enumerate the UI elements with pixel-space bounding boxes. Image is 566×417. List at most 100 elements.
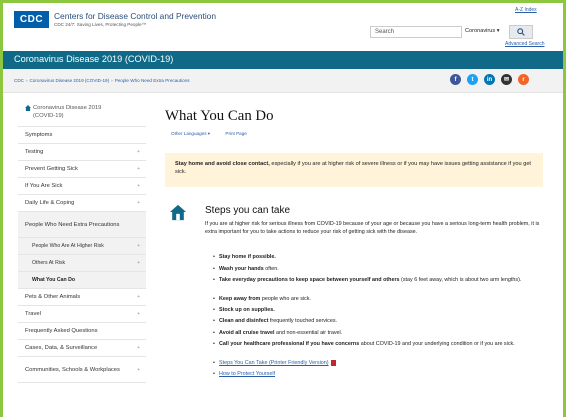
sidebar-item-people-who-are-at-higher-risk[interactable]: People Who Are At Higher Risk + bbox=[18, 238, 146, 255]
breadcrumb-item[interactable]: People Who Need Extra Precautions bbox=[115, 78, 190, 83]
search-button[interactable] bbox=[509, 25, 533, 39]
email-icon[interactable]: ✉ bbox=[501, 74, 512, 85]
list-item-text: frequently touched services. bbox=[268, 318, 338, 324]
expand-icon[interactable]: + bbox=[137, 200, 140, 206]
sidebar-item-communities-schools-workplaces[interactable]: Communities, Schools & Workplaces + bbox=[18, 357, 146, 383]
search-scope-select[interactable]: Coronavirus ▾ bbox=[465, 26, 507, 38]
list-item: Keep away from people who are sick. bbox=[213, 295, 543, 303]
rss-icon[interactable]: r bbox=[518, 74, 529, 85]
az-index-link[interactable]: A-Z Index bbox=[515, 7, 537, 13]
steps-heading: Steps you can take bbox=[205, 205, 291, 216]
how-to-protect-link[interactable]: How to Protect Yourself bbox=[219, 371, 275, 377]
rss-icon-glyph: r bbox=[522, 76, 525, 83]
expand-icon[interactable]: + bbox=[137, 183, 140, 189]
expand-icon[interactable]: + bbox=[137, 367, 140, 373]
sidebar-item-what-you-can-do[interactable]: What You Can Do bbox=[18, 272, 146, 289]
sidebar-item-label: Travel bbox=[25, 311, 41, 317]
sidebar-item-symptoms[interactable]: Symptoms bbox=[18, 127, 146, 144]
search-input[interactable]: Search bbox=[370, 26, 462, 38]
sidebar-item-frequently-asked-questions[interactable]: Frequently Asked Questions bbox=[18, 323, 146, 340]
social-share-icons: f t in ✉ r bbox=[450, 74, 529, 85]
breadcrumb: CDC › Coronavirus Disease 2019 (COVID-19) ›… bbox=[14, 78, 190, 83]
sidebar-item-label: Daily Life & Coping bbox=[25, 200, 75, 206]
email-icon-glyph: ✉ bbox=[503, 77, 510, 83]
list-item: Steps You Can Take (Printer Friendly Ver… bbox=[213, 359, 543, 367]
sidebar-item-coronavirus-disease-2019-covid-19[interactable]: Coronavirus Disease 2019 (COVID-19) bbox=[18, 99, 146, 127]
list-item-text: people who are sick. bbox=[260, 296, 311, 302]
printer-friendly-link[interactable]: Steps You Can Take (Printer Friendly Ver… bbox=[219, 360, 329, 366]
expand-icon[interactable]: + bbox=[137, 260, 140, 266]
sidebar-item-testing[interactable]: Testing + bbox=[18, 144, 146, 161]
list-item-bold: Clean and disinfect bbox=[219, 318, 269, 324]
list-item: How to Protect Yourself bbox=[213, 370, 543, 378]
cdc-logo[interactable]: CDC bbox=[14, 11, 49, 28]
expand-icon[interactable]: + bbox=[137, 243, 140, 249]
twitter-icon-glyph: t bbox=[471, 76, 474, 83]
sidebar-item-if-you-are-sick[interactable]: If You Are Sick + bbox=[18, 178, 146, 195]
house-icon bbox=[169, 204, 187, 221]
steps-intro: If you are at higher risk for serious il… bbox=[205, 221, 540, 235]
brand-tagline: CDC 24/7: Saving Lives, Protecting Peopl… bbox=[54, 22, 147, 27]
breadcrumb-item[interactable]: Coronavirus Disease 2019 (COVID-19) bbox=[29, 78, 109, 83]
list-item-bold: Wash your hands bbox=[219, 266, 264, 272]
home-icon bbox=[25, 105, 31, 111]
list-item: Stay home if possible. bbox=[213, 253, 543, 261]
list-item-bold: Avoid all cruise travel bbox=[219, 330, 275, 336]
pdf-icon bbox=[330, 359, 336, 366]
breadcrumb-separator: › bbox=[25, 78, 28, 83]
page-tools: Other Languages ▾ Print Page bbox=[171, 131, 261, 137]
breadcrumb-bar: CDC › Coronavirus Disease 2019 (COVID-19) ›… bbox=[3, 69, 563, 93]
alert-callout: Stay home and avoid close contact, espec… bbox=[165, 153, 543, 187]
sidebar-item-label: People Who Are At Higher Risk bbox=[32, 243, 104, 249]
sidebar-item-travel[interactable]: Travel + bbox=[18, 306, 146, 323]
linkedin-icon[interactable]: in bbox=[484, 74, 495, 85]
sidebar-item-label: People Who Need Extra Precautions bbox=[25, 221, 120, 228]
expand-icon[interactable]: + bbox=[137, 166, 140, 172]
sidebar-item-label: If You Are Sick bbox=[25, 183, 63, 189]
list-item: Take everyday precautions to keep space … bbox=[213, 276, 543, 284]
list-item: Wash your hands often. bbox=[213, 265, 543, 273]
sidebar-item-label: Communities, Schools & Workplaces bbox=[25, 366, 120, 373]
sidebar-item-label: Pets & Other Animals bbox=[25, 294, 81, 300]
other-languages-link[interactable]: Other Languages ▾ bbox=[171, 131, 210, 136]
site-header: CDC Centers for Disease Control and Prev… bbox=[3, 3, 563, 51]
print-page-link[interactable]: Print Page bbox=[225, 131, 246, 136]
list-item-bold: Keep away from bbox=[219, 296, 261, 302]
breadcrumb-separator: › bbox=[111, 78, 113, 83]
sidebar-item-cases-data-surveillance[interactable]: Cases, Data, & Surveillance + bbox=[18, 340, 146, 357]
sidebar-item-label: Others At Risk bbox=[32, 260, 66, 266]
expand-icon[interactable]: + bbox=[137, 149, 140, 155]
search-icon bbox=[517, 28, 525, 36]
alert-bold-text: Stay home and avoid close contact, bbox=[175, 161, 270, 167]
expand-icon[interactable]: + bbox=[137, 311, 140, 317]
sidebar-item-label: Testing bbox=[25, 149, 44, 155]
sidebar-item-label: Coronavirus Disease 2019 (COVID-19) bbox=[33, 105, 102, 119]
sidebar-item-label: Cases, Data, & Surveillance bbox=[25, 345, 98, 351]
breadcrumb-item[interactable]: CDC bbox=[14, 78, 24, 83]
expand-icon[interactable]: + bbox=[137, 294, 140, 300]
twitter-icon[interactable]: t bbox=[467, 74, 478, 85]
list-item-text: (stay 6 feet away, which is about two ar… bbox=[399, 277, 522, 283]
facebook-icon[interactable]: f bbox=[450, 74, 461, 85]
list-item-text: and non-essential air travel. bbox=[274, 330, 343, 336]
sidebar-item-prevent-getting-sick[interactable]: Prevent Getting Sick + bbox=[18, 161, 146, 178]
list-item-text: about COVID-19 and your underlying condi… bbox=[359, 341, 515, 347]
list-item-text: often. bbox=[263, 266, 279, 272]
main-content: What You Can Do Other Languages ▾ Print … bbox=[165, 99, 545, 417]
sidebar-item-label: Frequently Asked Questions bbox=[25, 328, 98, 334]
list-item-bold: Call your healthcare professional if you… bbox=[219, 341, 360, 347]
brand-name[interactable]: Centers for Disease Control and Preventi… bbox=[54, 11, 216, 21]
sidebar-nav: Coronavirus Disease 2019 (COVID-19) Sympt… bbox=[18, 99, 146, 417]
page-title: What You Can Do bbox=[165, 108, 274, 124]
expand-icon[interactable]: + bbox=[137, 345, 140, 351]
sidebar-item-pets-other-animals[interactable]: Pets & Other Animals + bbox=[18, 289, 146, 306]
site-title[interactable]: Coronavirus Disease 2019 (COVID-19) bbox=[14, 54, 173, 64]
sidebar-item-people-who-need-extra-precautions[interactable]: People Who Need Extra Precautions bbox=[18, 212, 146, 238]
list-item-bold: Stay home if possible. bbox=[219, 254, 276, 260]
sidebar-item-label: What You Can Do bbox=[32, 277, 76, 283]
facebook-icon-glyph: f bbox=[454, 76, 457, 83]
sidebar-item-daily-life-coping[interactable]: Daily Life & Coping + bbox=[18, 195, 146, 212]
sidebar-item-label: Prevent Getting Sick bbox=[25, 166, 78, 172]
advanced-search-link[interactable]: Advanced Search bbox=[505, 41, 544, 47]
sidebar-item-others-at-risk[interactable]: Others At Risk + bbox=[18, 255, 146, 272]
